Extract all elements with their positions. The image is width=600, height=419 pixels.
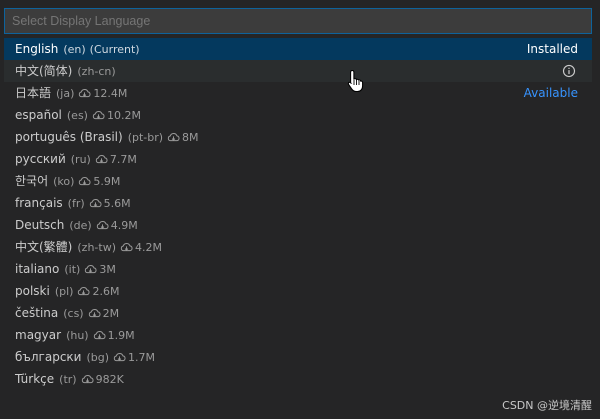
info-icon[interactable] [562, 64, 576, 78]
language-code: (cs) [63, 307, 84, 320]
cloud-download-icon [95, 155, 108, 164]
language-name: čeština [15, 306, 59, 320]
download-size: 2.6M [92, 285, 120, 298]
list-item-fr[interactable]: français (fr) 5.6M [4, 192, 592, 214]
language-search-input[interactable] [4, 8, 592, 34]
language-code: (hu) [66, 329, 89, 342]
cloud-download-icon [81, 375, 94, 384]
language-code: (pt-br) [127, 131, 164, 144]
list-item-ja[interactable]: 日本語 (ja) 12.4M Available [4, 82, 592, 104]
language-code: (pl) [54, 285, 74, 298]
download-size: 7.7M [109, 153, 137, 166]
cloud-download-icon [93, 331, 106, 340]
language-code: (it) [64, 263, 81, 276]
language-code: (ru) [70, 153, 91, 166]
list-item-bg[interactable]: български (bg) 1.7M [4, 346, 592, 368]
language-name: français [15, 196, 63, 210]
download-size: 1.9M [107, 329, 135, 342]
language-name: 日本語 [15, 86, 52, 100]
cloud-download-icon [96, 221, 109, 230]
language-code: (de) [69, 219, 92, 232]
list-item-hu[interactable]: magyar (hu) 1.9M [4, 324, 592, 346]
language-name: 中文(繁體) [15, 240, 73, 254]
download-size: 12.4M [93, 87, 128, 100]
download-size: 5.6M [103, 197, 131, 210]
watermark: CSDN @逆境清醒 [502, 399, 592, 412]
language-name: 中文(简体) [15, 64, 73, 78]
language-code: (zh-tw) [77, 241, 116, 254]
download-size: 5.9M [93, 175, 121, 188]
list-item-de[interactable]: Deutsch (de) 4.9M [4, 214, 592, 236]
cloud-download-icon [92, 111, 105, 120]
download-size: 3M [99, 263, 116, 276]
download-size: 8M [182, 131, 199, 144]
list-item-it[interactable]: italiano (it) 3M [4, 258, 592, 280]
language-name: 한국어 [15, 174, 49, 188]
cloud-download-icon [78, 287, 90, 296]
language-name: português (Brasil) [15, 130, 123, 144]
language-code: (tr) [59, 373, 77, 386]
language-quick-pick: English (en)(Current) Installed 中文(简体) (zh… [0, 0, 600, 419]
download-size: 10.2M [106, 109, 141, 122]
download-size: 1.7M [128, 351, 156, 364]
language-code: (fr) [67, 197, 85, 210]
hand-pointer-icon [347, 69, 364, 93]
language-name: italiano [15, 262, 60, 276]
list-item-pt-br[interactable]: português (Brasil) (pt-br) 8M [4, 126, 592, 148]
installed-label: Installed [526, 42, 578, 56]
language-code: (bg) [86, 351, 110, 364]
language-name: español [15, 108, 62, 122]
download-size: 2M [102, 307, 120, 320]
list-item-en[interactable]: English (en) (Current) Installed [4, 38, 592, 60]
language-code: (ko) [53, 175, 75, 188]
list-item-ru[interactable]: русский (ru) 7.7M [4, 148, 592, 170]
language-name: magyar [15, 328, 62, 342]
cloud-download-icon [85, 265, 97, 274]
list-item-zh-tw[interactable]: 中文(繁體) (zh-tw) 4.2M [4, 236, 592, 258]
language-name: polski [15, 284, 50, 298]
language-list: English (en) (Current) Installed 中文(简体) (zh… [4, 38, 592, 390]
language-code: (es) [66, 109, 88, 122]
language-name: English [15, 42, 59, 56]
download-size: 4.2M [134, 241, 162, 254]
list-item-pl[interactable]: polski (pl) 2.6M [4, 280, 592, 302]
language-code: (zh-cn) [77, 65, 116, 78]
cloud-download-icon [79, 89, 91, 98]
download-size: 982K [95, 373, 124, 386]
language-code: (en) [63, 43, 86, 56]
cloud-download-icon [120, 243, 133, 252]
language-name: български [15, 350, 82, 364]
language-name: русский [15, 152, 66, 166]
download-size: 4.9M [110, 219, 138, 232]
list-item-cs[interactable]: čeština (cs) 2M [4, 302, 592, 324]
list-item-ko[interactable]: 한국어 (ko) 5.9M [4, 170, 592, 192]
language-code: (ja) [56, 87, 75, 100]
cloud-download-icon [167, 133, 180, 142]
language-name: Deutsch [15, 218, 65, 232]
list-item-tr[interactable]: Türkçe (tr) 982K [4, 368, 592, 390]
current-label: (Current) [89, 43, 140, 56]
available-label: Available [523, 86, 578, 100]
cloud-download-icon [88, 309, 101, 318]
cloud-download-icon [89, 199, 102, 208]
cloud-download-icon [113, 353, 126, 362]
list-item-es[interactable]: español (es) 10.2M [4, 104, 592, 126]
language-name: Türkçe [15, 372, 55, 386]
cloud-download-icon [79, 177, 91, 186]
list-item-zh-cn[interactable]: 中文(简体) (zh-cn) [4, 60, 592, 82]
